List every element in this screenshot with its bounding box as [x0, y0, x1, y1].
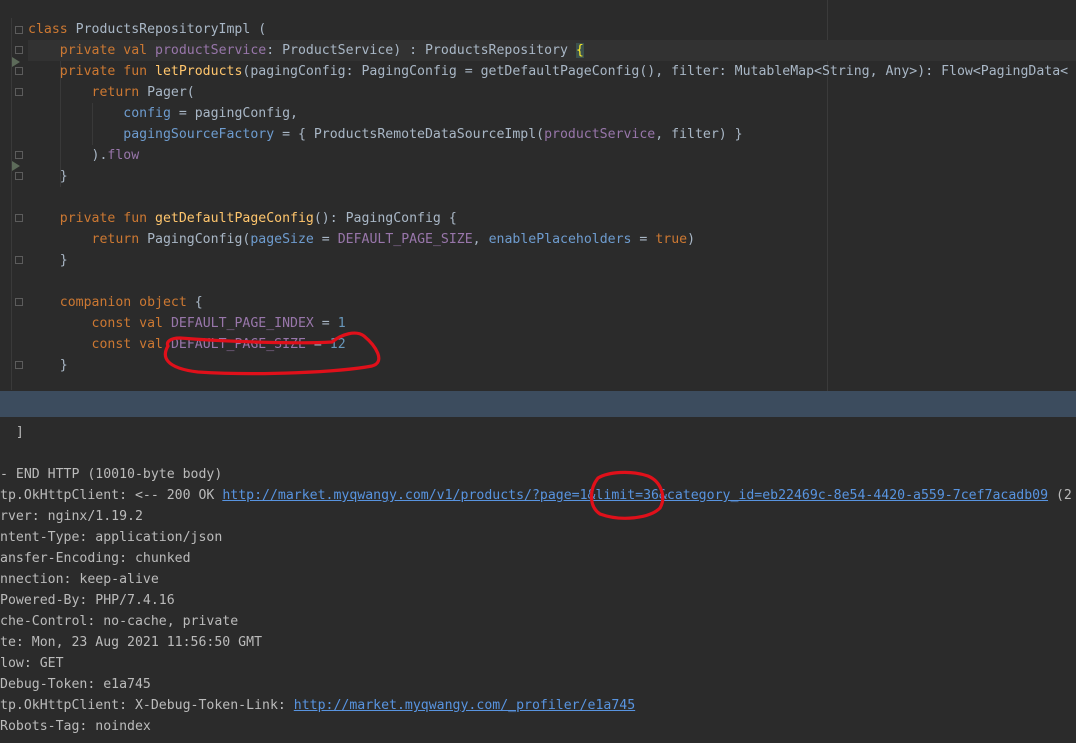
fold-toggle-icon[interactable]: [15, 26, 23, 34]
property: productService: [155, 43, 267, 58]
code-line[interactable]: config = pagingConfig,: [28, 103, 298, 124]
property: DEFAULT_PAGE_INDEX: [170, 316, 314, 331]
named-argument: enablePlaceholders: [488, 232, 632, 247]
code-text: ProductsRepositoryImpl (: [67, 22, 267, 37]
fold-toggle-icon[interactable]: [15, 67, 23, 75]
code-text: PagingConfig(: [147, 232, 251, 247]
keyword: return: [91, 85, 148, 100]
fold-toggle-icon[interactable]: [15, 256, 23, 264]
code-text: =: [305, 337, 330, 352]
code-text: ): [687, 232, 696, 247]
code-text: : ProductService) : ProductsRepository: [266, 43, 576, 58]
panel-divider[interactable]: [0, 391, 1076, 417]
code-text: {: [186, 295, 203, 310]
fold-toggle-icon[interactable]: [15, 214, 23, 222]
log-line: Powered-By: PHP/7.4.16: [0, 593, 175, 608]
keyword: const val: [91, 316, 171, 331]
log-line: - END HTTP (10010-byte body): [0, 467, 223, 482]
code-text: = pagingConfig,: [170, 106, 298, 121]
named-argument: pagingSourceFactory: [123, 127, 275, 142]
log-line: che-Control: no-cache, private: [0, 614, 239, 629]
code-line[interactable]: ).flow: [28, 145, 140, 166]
keyword: true: [655, 232, 688, 247]
log-line: low: GET: [0, 656, 64, 671]
fold-toggle-icon[interactable]: [15, 151, 23, 159]
log-line: te: Mon, 23 Aug 2021 11:56:50 GMT: [0, 635, 263, 650]
code-line[interactable]: private fun getDefaultPageConfig(): Pagi…: [28, 208, 457, 229]
code-line[interactable]: private val productService: ProductServi…: [28, 40, 584, 61]
keyword: private val: [59, 43, 156, 58]
log-line: rver: nginx/1.19.2: [0, 509, 143, 524]
code-text: ,: [472, 232, 489, 247]
keyword: private fun: [59, 64, 156, 79]
named-argument: pageSize: [250, 232, 314, 247]
code-line[interactable]: }: [28, 250, 68, 271]
code-text: }: [59, 253, 68, 268]
log-line: Robots-Tag: noindex: [0, 719, 151, 734]
keyword: return: [91, 232, 148, 247]
log-line: Debug-Token: e1a745: [0, 677, 151, 692]
code-line[interactable]: const val DEFAULT_PAGE_SIZE = 12: [28, 334, 346, 355]
fold-toggle-icon[interactable]: [15, 298, 23, 306]
function-name: getDefaultPageConfig: [155, 211, 314, 226]
code-editor[interactable]: class ProductsRepositoryImpl ( private v…: [0, 0, 1076, 391]
log-text: tp.OkHttpClient: <-- 200 OK: [0, 488, 223, 503]
gutter-line: [11, 18, 12, 390]
property: DEFAULT_PAGE_SIZE: [170, 337, 306, 352]
code-text: (pagingConfig: PagingConfig = getDefault…: [242, 64, 1069, 79]
log-line: tp.OkHttpClient: X-Debug-Token-Link: htt…: [0, 695, 635, 716]
property: productService: [544, 127, 656, 142]
code-text: ).: [91, 148, 108, 163]
code-text: Pager(: [147, 85, 195, 100]
code-line[interactable]: }: [28, 166, 68, 187]
log-line: nnection: keep-alive: [0, 572, 159, 587]
log-text: (2: [1048, 488, 1072, 503]
log-line: ansfer-Encoding: chunked: [0, 551, 191, 566]
code-text: (): PagingConfig {: [313, 211, 457, 226]
code-text: =: [631, 232, 656, 247]
named-argument: config: [123, 106, 171, 121]
function-name: letProducts: [155, 64, 243, 79]
log-line: ntent-Type: application/json: [0, 530, 223, 545]
fold-toggle-icon[interactable]: [15, 46, 23, 54]
code-text: =: [313, 316, 338, 331]
code-line[interactable]: }: [28, 355, 68, 376]
fold-toggle-icon[interactable]: [15, 172, 23, 180]
code-line[interactable]: return PagingConfig(pageSize = DEFAULT_P…: [28, 229, 696, 250]
keyword: private fun: [59, 211, 156, 226]
keyword: companion object: [59, 295, 187, 310]
code-text: }: [59, 169, 68, 184]
code-text: =: [313, 232, 338, 247]
code-line[interactable]: pagingSourceFactory = { ProductsRemoteDa…: [28, 124, 743, 145]
keyword: class: [28, 22, 68, 37]
log-line: ]: [0, 425, 24, 440]
number-literal: 1: [337, 316, 346, 331]
code-line[interactable]: private fun letProducts(pagingConfig: Pa…: [28, 61, 1068, 82]
code-line[interactable]: companion object {: [28, 292, 203, 313]
code-line[interactable]: return Pager(: [28, 82, 195, 103]
fold-toggle-icon[interactable]: [15, 88, 23, 96]
keyword: const val: [91, 337, 171, 352]
code-text: = { ProductsRemoteDataSourceImpl(: [274, 127, 545, 142]
property: flow: [107, 148, 140, 163]
override-marker-icon[interactable]: [12, 57, 20, 67]
number-literal: 12: [329, 337, 346, 352]
log-line: tp.OkHttpClient: <-- 200 OK http://marke…: [0, 485, 1072, 506]
logcat-console[interactable]: ] - END HTTP (10010-byte body) tp.OkHttp…: [0, 417, 1076, 743]
matched-brace: {: [575, 43, 584, 58]
code-text: , filter) }: [655, 127, 743, 142]
code-text: }: [59, 358, 68, 373]
log-link[interactable]: http://market.myqwangy.com/v1/products/?…: [222, 488, 1048, 503]
log-link[interactable]: http://market.myqwangy.com/_profiler/e1a…: [294, 698, 635, 713]
override-marker-icon[interactable]: [12, 161, 20, 171]
code-line[interactable]: const val DEFAULT_PAGE_INDEX = 1: [28, 313, 346, 334]
code-line[interactable]: class ProductsRepositoryImpl (: [28, 19, 266, 40]
fold-toggle-icon[interactable]: [15, 361, 23, 369]
property: DEFAULT_PAGE_SIZE: [337, 232, 473, 247]
log-text: tp.OkHttpClient: X-Debug-Token-Link:: [0, 698, 294, 713]
